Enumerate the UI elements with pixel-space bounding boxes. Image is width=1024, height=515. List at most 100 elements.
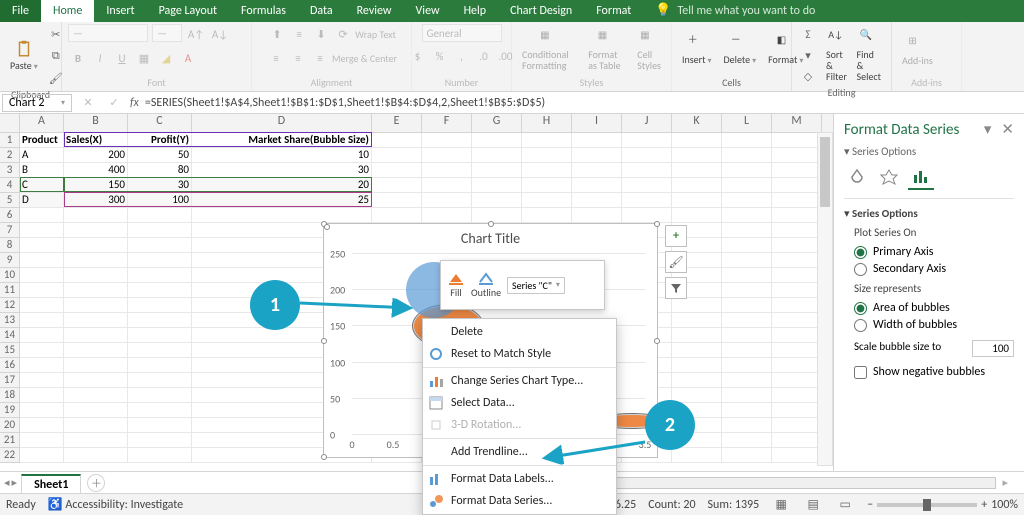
col-header[interactable]: I <box>572 114 622 132</box>
secondary-axis-radio[interactable]: Secondary Axis <box>854 262 1014 276</box>
font-color-button[interactable]: A <box>178 48 198 68</box>
orientation-icon[interactable]: ⟳ <box>333 24 353 44</box>
col-header[interactable]: M <box>772 114 822 132</box>
view-normal-icon[interactable]: ▦ <box>771 495 791 515</box>
col-header[interactable]: A <box>20 114 64 132</box>
row-header[interactable]: 9 <box>0 253 20 268</box>
sort-filter-button[interactable]: A↓Sort & Filter <box>822 27 853 84</box>
col-header[interactable]: L <box>722 114 772 132</box>
sheet-nav-next-icon[interactable]: ▸ <box>12 476 18 489</box>
row-header[interactable]: 15 <box>0 343 20 358</box>
width-of-bubbles-radio[interactable]: Width of bubbles <box>854 318 1014 332</box>
underline-button[interactable]: U <box>112 48 132 68</box>
col-header[interactable]: J <box>622 114 672 132</box>
cancel-formula-icon[interactable]: ✕ <box>78 93 98 113</box>
row-header[interactable]: 13 <box>0 313 20 328</box>
scale-bubble-input[interactable] <box>972 340 1014 357</box>
tab-data[interactable]: Data <box>298 0 345 22</box>
tab-file[interactable]: File <box>0 0 41 22</box>
tab-format[interactable]: Format <box>584 0 643 22</box>
view-pagelayout-icon[interactable]: ▤ <box>803 495 823 515</box>
row-header[interactable]: 10 <box>0 268 20 283</box>
paste-button[interactable]: Paste <box>6 38 42 74</box>
row-header[interactable]: 2 <box>0 148 20 163</box>
row-header[interactable]: 22 <box>0 448 20 463</box>
increase-font-icon[interactable]: A↑ <box>186 24 206 44</box>
tab-help[interactable]: Help <box>452 0 499 22</box>
font-name-select[interactable]: — <box>68 24 148 42</box>
row-header[interactable]: 1 <box>0 133 20 148</box>
mini-fill-button[interactable]: Fill <box>447 272 465 299</box>
view-pagebreak-icon[interactable]: ▭ <box>835 495 855 515</box>
cell[interactable]: A <box>20 148 64 163</box>
show-negative-checkbox[interactable]: Show negative bubbles <box>854 365 1014 379</box>
number-format-select[interactable]: General <box>422 24 502 42</box>
addins-button[interactable]: ⊞Add-ins <box>898 33 937 68</box>
ctx-select-data[interactable]: Select Data... <box>423 392 616 414</box>
align-center-icon[interactable]: ≡ <box>288 48 308 68</box>
ctx-delete[interactable]: Delete <box>423 321 616 343</box>
row-header[interactable]: 4 <box>0 178 20 193</box>
pane-dropdown-icon[interactable]: ▾ <box>984 120 992 139</box>
fill-series-icon[interactable]: ▾ <box>798 45 818 65</box>
pane-tab-series-icon[interactable] <box>908 164 934 190</box>
cell[interactable]: 200 <box>64 148 128 163</box>
col-header[interactable]: H <box>522 114 572 132</box>
row-header[interactable]: 7 <box>0 223 20 238</box>
name-box[interactable]: Chart 2 <box>2 94 72 112</box>
format-as-table-button[interactable]: ▦Format as Table <box>584 27 629 73</box>
col-header[interactable]: C <box>128 114 192 132</box>
pane-tab-effects-icon[interactable] <box>876 164 902 190</box>
row-header[interactable]: 11 <box>0 283 20 298</box>
enter-formula-icon[interactable]: ✓ <box>104 93 124 113</box>
area-of-bubbles-radio[interactable]: Area of bubbles <box>854 301 1014 315</box>
ctx-reset[interactable]: Reset to Match Style <box>423 343 616 365</box>
tab-chart-design[interactable]: Chart Design <box>498 0 584 22</box>
row-header[interactable]: 19 <box>0 403 20 418</box>
col-header[interactable]: K <box>672 114 722 132</box>
cell[interactable]: D <box>20 193 64 208</box>
row-header[interactable]: 14 <box>0 328 20 343</box>
italic-button[interactable]: I <box>90 48 110 68</box>
tab-review[interactable]: Review <box>345 0 404 22</box>
fx-icon[interactable]: fx <box>130 96 139 110</box>
row-header[interactable]: 20 <box>0 418 20 433</box>
chart-title[interactable]: Chart Title <box>324 230 657 247</box>
autosum-icon[interactable]: Σ <box>798 24 818 44</box>
cell[interactable]: 10 <box>192 148 372 163</box>
col-header[interactable]: G <box>472 114 522 132</box>
tab-view[interactable]: View <box>404 0 452 22</box>
cell[interactable]: 30 <box>192 163 372 178</box>
col-header[interactable]: B <box>64 114 128 132</box>
pane-close-icon[interactable]: ✕ <box>1001 120 1014 139</box>
bold-button[interactable]: B <box>68 48 88 68</box>
merge-button[interactable]: Merge & Center <box>332 48 397 68</box>
row-header[interactable]: 18 <box>0 388 20 403</box>
mini-series-select[interactable]: Series "C" <box>507 277 565 294</box>
col-header[interactable]: E <box>372 114 422 132</box>
zoom-control[interactable]: −+100% <box>867 498 1018 512</box>
conditional-formatting-button[interactable]: ▦Conditional Formatting <box>518 27 580 73</box>
border-button[interactable]: ▦ <box>134 48 154 68</box>
vertical-scrollbar[interactable] <box>817 132 833 466</box>
align-top-icon[interactable]: ⬆ <box>267 24 287 44</box>
wrap-text-button[interactable]: Wrap Text <box>355 24 396 44</box>
row-header[interactable]: 8 <box>0 238 20 253</box>
select-all-corner[interactable] <box>0 114 20 132</box>
row-header[interactable]: 3 <box>0 163 20 178</box>
cell[interactable]: B <box>20 163 64 178</box>
insert-cells-button[interactable]: ＋Insert <box>678 32 716 68</box>
primary-axis-radio[interactable]: Primary Axis <box>854 245 1014 259</box>
align-left-icon[interactable]: ≡ <box>266 48 286 68</box>
font-size-select[interactable]: — <box>152 24 182 42</box>
chart-plus-button[interactable]: + <box>665 225 687 247</box>
cell[interactable]: 50 <box>128 148 192 163</box>
align-mid-icon[interactable]: ≡ <box>289 24 309 44</box>
clear-icon[interactable]: ◇ <box>798 66 818 86</box>
row-header[interactable]: 5 <box>0 193 20 208</box>
comma-icon[interactable]: , <box>452 46 472 66</box>
align-bot-icon[interactable]: ⬇ <box>311 24 331 44</box>
formula-input[interactable]: =SERIES(Sheet1!$A$4,Sheet1!$B$1:$D$1,She… <box>145 96 545 110</box>
chart-filter-button[interactable] <box>665 277 687 299</box>
row-header[interactable]: 16 <box>0 358 20 373</box>
